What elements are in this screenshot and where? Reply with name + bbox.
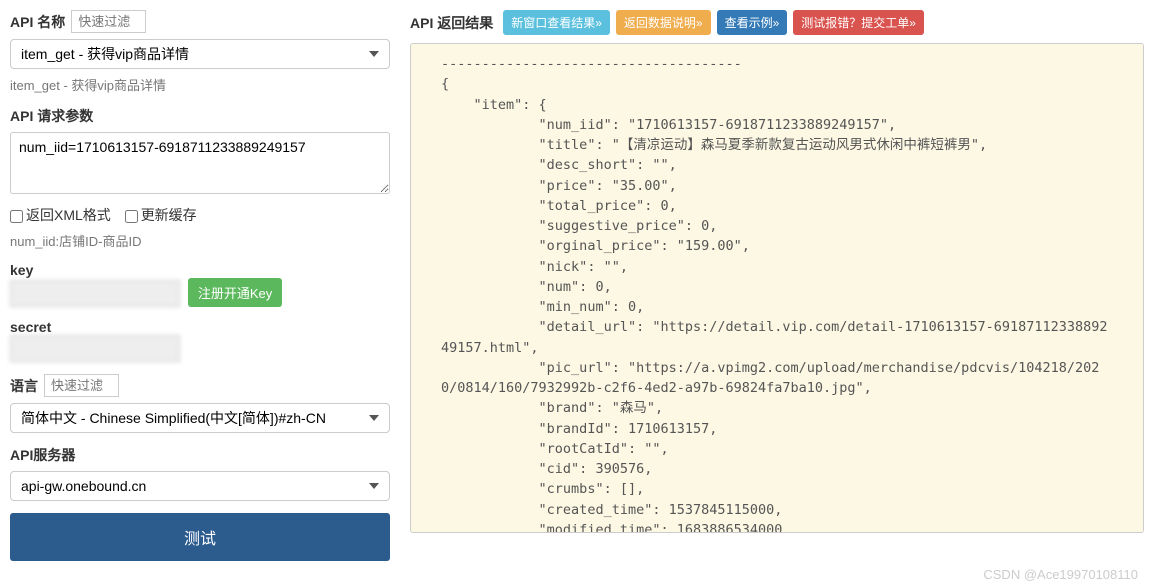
checkbox-xml-label[interactable]: 返回XML格式	[10, 207, 111, 223]
checkbox-cache-label[interactable]: 更新缓存	[125, 207, 197, 223]
data-desc-button[interactable]: 返回数据说明»	[616, 10, 711, 35]
result-output[interactable]: ------------------------------------- { …	[410, 43, 1144, 533]
view-example-button[interactable]: 查看示例»	[717, 10, 788, 35]
checkbox-xml[interactable]	[10, 210, 23, 223]
server-select[interactable]: api-gw.onebound.cn	[10, 471, 390, 501]
key-label: key	[10, 262, 33, 278]
checkbox-cache[interactable]	[125, 210, 138, 223]
register-key-button[interactable]: 注册开通Key	[188, 278, 282, 307]
request-params-textarea[interactable]: num_iid=1710613157-6918711233889249157	[10, 132, 390, 194]
server-label: API服务器	[10, 447, 75, 463]
secret-input[interactable]	[10, 335, 180, 362]
result-title: API 返回结果	[410, 13, 493, 33]
secret-label: secret	[10, 319, 51, 335]
api-name-filter-input[interactable]	[71, 10, 146, 33]
api-name-help-text: item_get - 获得vip商品详情	[10, 75, 390, 94]
report-error-button[interactable]: 测试报错？提交工单»	[793, 10, 924, 35]
left-panel: API 名称 item_get - 获得vip商品详情 item_get - 获…	[10, 10, 390, 561]
right-panel: API 返回结果 新窗口查看结果» 返回数据说明» 查看示例» 测试报错？提交工…	[410, 10, 1144, 561]
key-input[interactable]	[10, 280, 180, 307]
new-window-button[interactable]: 新窗口查看结果»	[503, 10, 610, 35]
params-help-text: num_iid:店铺ID-商品ID	[10, 231, 390, 250]
api-name-label: API 名称	[10, 12, 65, 32]
test-button[interactable]: 测试	[10, 513, 390, 561]
lang-label: 语言	[10, 376, 38, 396]
request-params-label: API 请求参数	[10, 106, 93, 126]
lang-select[interactable]: 简体中文 - Chinese Simplified(中文[简体])#zh-CN	[10, 403, 390, 433]
lang-filter-input[interactable]	[44, 374, 119, 397]
watermark: CSDN @Ace19970108110	[983, 567, 1138, 582]
api-name-select[interactable]: item_get - 获得vip商品详情	[10, 39, 390, 69]
